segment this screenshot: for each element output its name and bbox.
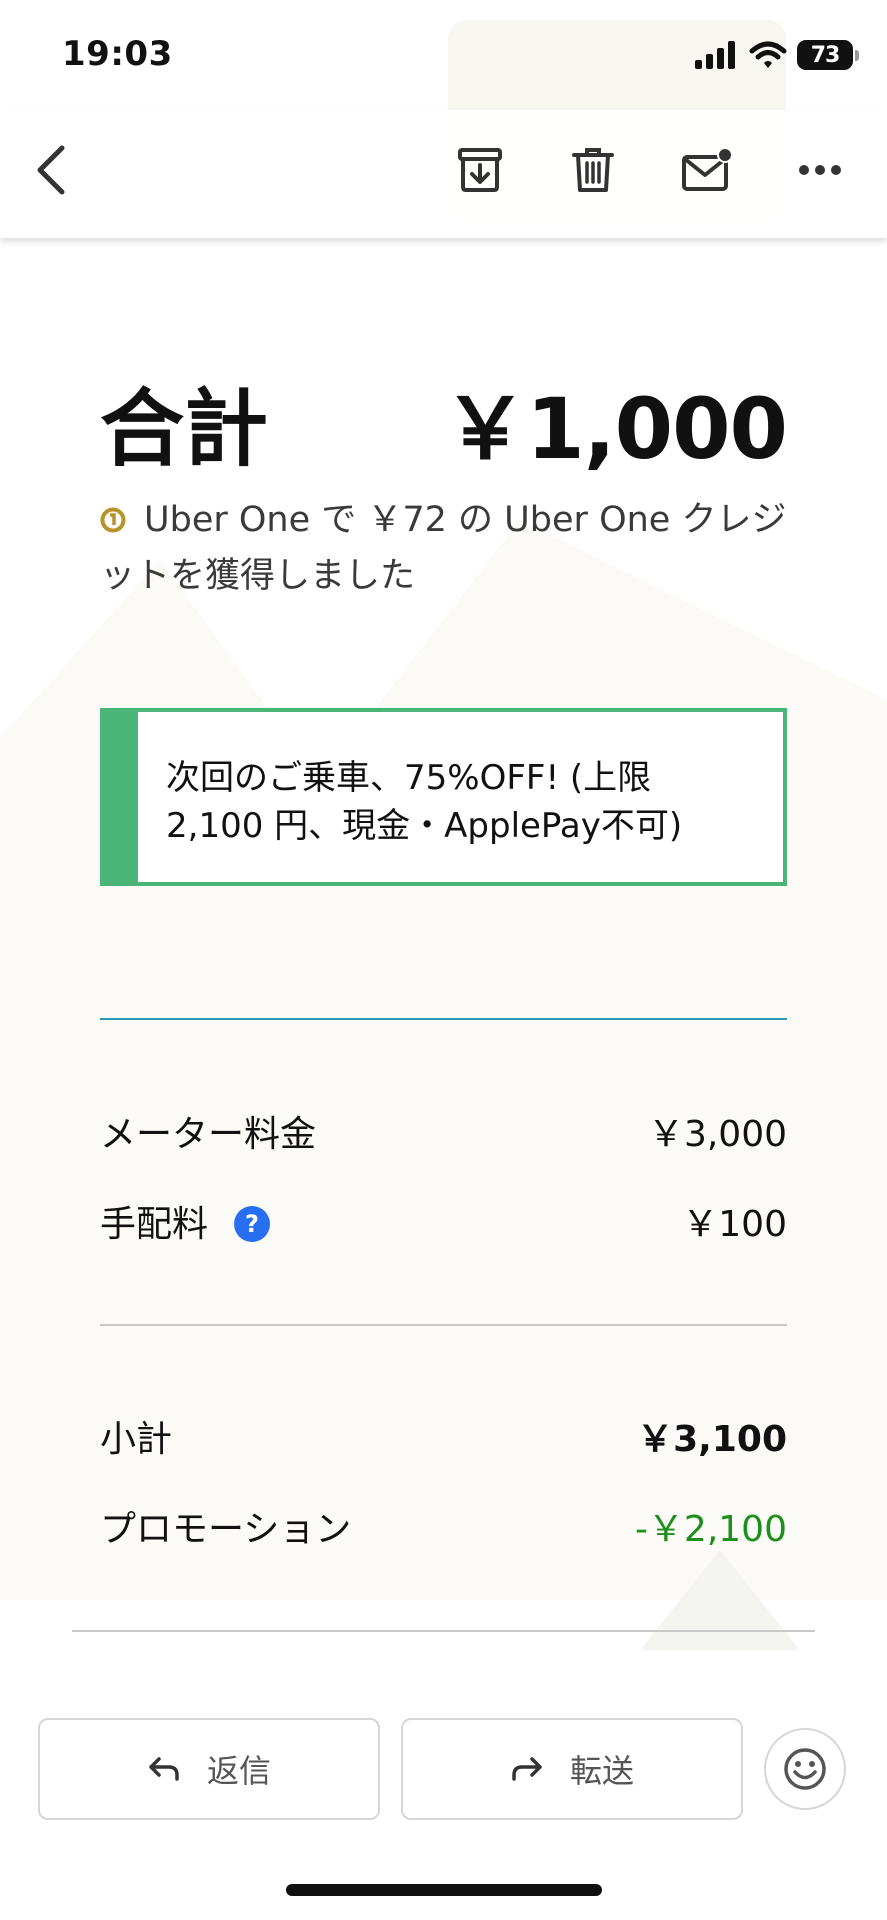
help-icon[interactable]: ?	[234, 1206, 271, 1242]
fare-label: 手配料	[100, 1204, 209, 1245]
chevron-left-icon	[37, 145, 65, 195]
archive-button[interactable]	[450, 140, 510, 200]
background-decoration	[0, 20, 887, 1650]
booking-fee-label-group: 手配料?	[100, 1195, 271, 1247]
more-button[interactable]	[790, 140, 850, 200]
promo-text: 次回のご乗車、75%OFF! (上限 2,100 円、現金・ApplePay不可…	[166, 758, 683, 846]
fare-row: 手配料? ￥100	[100, 1195, 787, 1251]
total-amount: ￥1,000	[443, 380, 788, 478]
forward-icon	[512, 1757, 542, 1781]
forward-button[interactable]: 転送	[401, 1718, 743, 1820]
forward-label: 転送	[569, 1752, 634, 1790]
reply-label: 返信	[206, 1752, 271, 1790]
subtotal-row: 小計 ￥3,100	[100, 1410, 787, 1466]
archive-icon	[458, 148, 502, 192]
back-button[interactable]	[22, 140, 82, 200]
reply-button[interactable]: 返信	[38, 1718, 380, 1820]
promotion-label: プロモーション	[100, 1509, 352, 1550]
battery-level: 73	[810, 42, 841, 68]
status-bar: 19:03 73	[0, 0, 887, 110]
promo-accent-bar	[104, 712, 138, 882]
trash-icon	[572, 148, 614, 192]
section-divider	[72, 1630, 815, 1632]
subtotal-value: ￥3,100	[637, 1419, 787, 1460]
email-toolbar	[0, 110, 887, 238]
emoji-reaction-button[interactable]	[764, 1728, 846, 1810]
fare-row: メーター料金 ￥3,000	[100, 1105, 787, 1161]
reply-icon	[149, 1757, 179, 1781]
smiley-icon	[784, 1748, 826, 1790]
promotion-row: プロモーション -￥2,100	[100, 1500, 787, 1556]
credit-text: Uber One で ￥72 の Uber One クレジットを獲得しました	[100, 500, 787, 596]
promo-banner: 次回のご乗車、75%OFF! (上限 2,100 円、現金・ApplePay不可…	[100, 708, 787, 886]
uber-one-credit: Uber One で ￥72 の Uber One クレジットを獲得しました	[100, 492, 790, 604]
mark-unread-button[interactable]	[677, 140, 737, 200]
mail-unread-icon	[682, 147, 733, 191]
total-label: 合計	[100, 380, 269, 478]
fare-value: ￥3,000	[647, 1114, 787, 1155]
promotion-value: -￥2,100	[634, 1509, 787, 1550]
delete-button[interactable]	[563, 140, 623, 200]
wifi-icon	[749, 41, 787, 68]
section-divider	[100, 1324, 787, 1326]
status-icons: 73	[695, 38, 859, 72]
uber-one-icon	[100, 507, 126, 533]
battery-indicator: 73	[797, 40, 859, 70]
status-time: 19:03	[62, 34, 173, 74]
more-horizontal-icon	[799, 165, 841, 175]
section-divider	[100, 1018, 787, 1020]
fare-value: ￥100	[682, 1204, 787, 1245]
cellular-signal-icon	[695, 41, 735, 69]
home-indicator[interactable]	[286, 1884, 602, 1896]
fare-label: メーター料金	[100, 1114, 317, 1155]
subtotal-label: 小計	[100, 1419, 173, 1460]
